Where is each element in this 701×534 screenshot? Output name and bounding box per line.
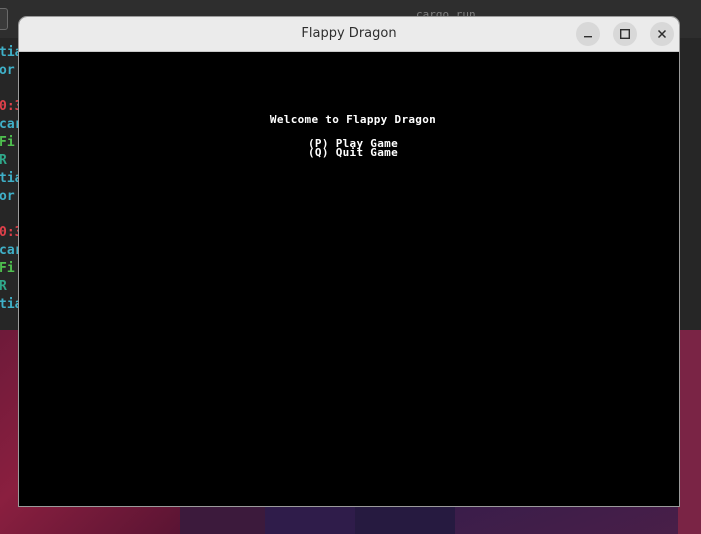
wallpaper-shape	[678, 330, 701, 534]
minimize-button[interactable]	[576, 22, 600, 46]
game-screen[interactable]: Welcome to Flappy Dragon (P) Play Game (…	[19, 52, 679, 506]
terminal-line: R	[0, 153, 7, 168]
window-titlebar[interactable]: Flappy Dragon	[19, 17, 679, 52]
terminal-line: Fi	[0, 261, 15, 276]
minimize-icon	[584, 36, 592, 38]
terminal-tab-button[interactable]	[0, 8, 8, 30]
terminal-line: or	[0, 63, 15, 78]
maximize-button[interactable]	[613, 22, 637, 46]
maximize-icon	[620, 29, 631, 40]
welcome-text: Welcome to Flappy Dragon	[269, 113, 437, 126]
terminal-line: Fi	[0, 135, 15, 150]
desktop-background: cargo run tia or 0:3 car Fi Rtia or 0:3 car Fi…	[0, 0, 701, 534]
flappy-dragon-window[interactable]: Flappy Dragon Welcome to Flappy Dragon (…	[18, 16, 680, 507]
close-button[interactable]	[650, 22, 674, 46]
terminal-line: or	[0, 189, 15, 204]
close-icon	[657, 29, 667, 39]
quit-game-option[interactable]: (Q) Quit Game	[19, 147, 679, 158]
terminal-line: R	[0, 279, 7, 294]
